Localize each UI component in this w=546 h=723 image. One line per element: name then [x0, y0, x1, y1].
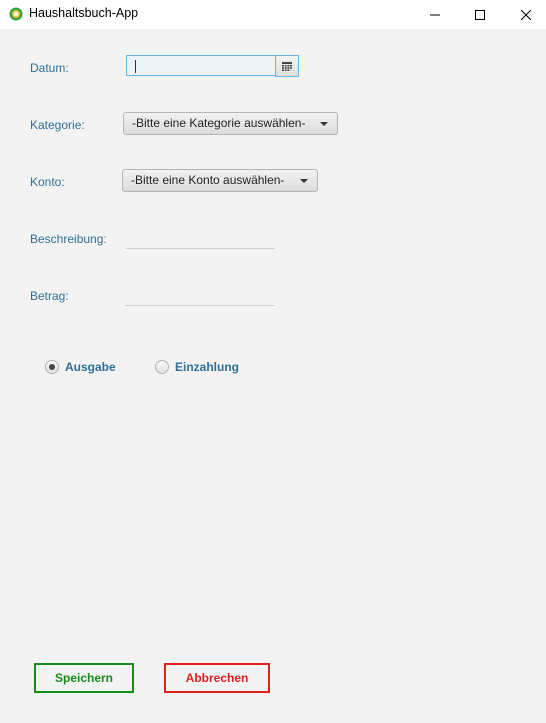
kategorie-selected-value: -Bitte eine Kategorie auswählen- — [132, 116, 306, 130]
beschreibung-label: Beschreibung: — [30, 232, 107, 246]
maximize-icon — [475, 9, 485, 20]
betrag-input[interactable] — [125, 286, 274, 306]
radio-checked-indicator — [45, 360, 59, 374]
calendar-icon — [282, 61, 292, 71]
date-picker-button[interactable] — [275, 55, 299, 77]
minimize-icon — [430, 14, 440, 15]
minimize-button[interactable] — [412, 0, 458, 29]
save-button[interactable]: Speichern — [34, 663, 134, 693]
chevron-down-icon — [300, 179, 308, 183]
app-icon — [9, 7, 23, 21]
konto-selected-value: -Bitte eine Konto auswählen- — [131, 173, 285, 187]
ausgabe-radio-label: Ausgabe — [65, 360, 116, 374]
betrag-label: Betrag: — [30, 289, 69, 303]
datum-input[interactable] — [126, 55, 275, 76]
close-button[interactable] — [503, 0, 546, 29]
konto-label: Konto: — [30, 175, 65, 189]
title-bar: Haushaltsbuch-App — [0, 0, 546, 29]
kategorie-label: Kategorie: — [30, 118, 85, 132]
chevron-down-icon — [320, 122, 328, 126]
close-icon — [521, 9, 531, 20]
einzahlung-radio[interactable]: Einzahlung — [155, 360, 239, 374]
einzahlung-radio-label: Einzahlung — [175, 360, 239, 374]
window-title: Haushaltsbuch-App — [29, 6, 139, 20]
maximize-button[interactable] — [457, 0, 503, 29]
beschreibung-input[interactable] — [126, 229, 275, 249]
konto-select[interactable]: -Bitte eine Konto auswählen- — [122, 169, 318, 192]
datum-label: Datum: — [30, 61, 69, 75]
radio-unchecked-indicator — [155, 360, 169, 374]
text-caret — [135, 60, 136, 73]
ausgabe-radio[interactable]: Ausgabe — [45, 360, 116, 374]
cancel-button[interactable]: Abbrechen — [164, 663, 270, 693]
kategorie-select[interactable]: -Bitte eine Kategorie auswählen- — [123, 112, 338, 135]
